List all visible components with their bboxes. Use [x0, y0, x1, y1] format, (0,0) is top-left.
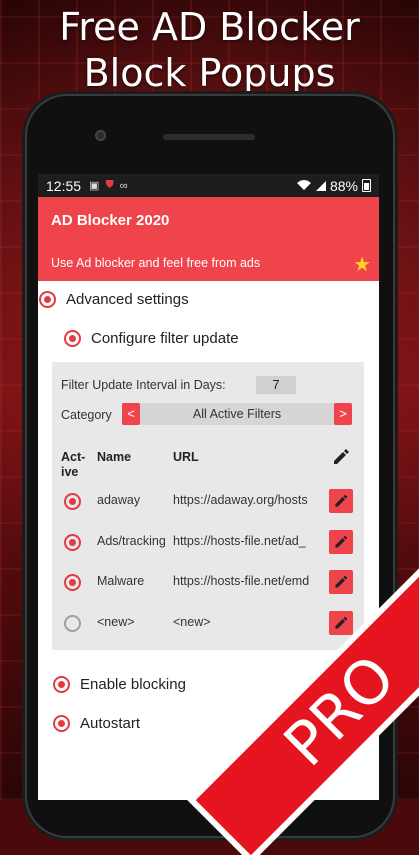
table-row: <new> <new>: [52, 611, 364, 637]
wifi-icon: [296, 178, 312, 194]
advanced-settings-radio[interactable]: [39, 291, 56, 308]
category-selector: < All Active Filters >: [122, 403, 352, 425]
row-name: adaway: [97, 493, 141, 507]
column-active-line2: ive: [61, 465, 79, 479]
row-active-radio[interactable]: [64, 615, 81, 632]
row-edit-button[interactable]: [329, 570, 353, 594]
configure-filter-update-radio[interactable]: [64, 330, 81, 347]
row-url: <new>: [173, 615, 211, 629]
phone-speaker: [163, 134, 255, 140]
column-name: Name: [97, 450, 132, 464]
column-active: Act- ive: [61, 450, 85, 480]
pencil-icon: [335, 494, 348, 507]
promo-headline: Free AD Blocker Block Popups: [0, 4, 419, 96]
glasses-icon: ∞: [119, 179, 128, 192]
status-bar: 12:55 ▣ ⛊ ∞ 88%: [38, 174, 379, 197]
advanced-settings-label: Advanced settings: [66, 291, 189, 308]
row-name: Malware: [97, 574, 145, 588]
pencil-icon: [335, 575, 348, 588]
interval-label: Filter Update Interval in Days:: [61, 378, 226, 392]
headline-line-2: Block Popups: [83, 51, 336, 95]
row-active-radio[interactable]: [64, 493, 81, 510]
table-row: adaway https://adaway.org/hosts: [52, 489, 364, 515]
advanced-settings-option[interactable]: Advanced settings: [39, 291, 189, 308]
row-url: https://hosts-file.net/emd: [173, 574, 310, 588]
autostart-radio[interactable]: [53, 715, 70, 732]
enable-blocking-radio[interactable]: [53, 676, 70, 693]
filter-panel: Filter Update Interval in Days: 7 Catego…: [52, 362, 364, 650]
autostart-label: Autostart: [80, 715, 141, 732]
status-time: 12:55: [46, 177, 82, 194]
app-bar: AD Blocker 2020 Use Ad blocker and feel …: [38, 197, 379, 281]
column-url: URL: [173, 450, 199, 464]
row-name: <new>: [97, 615, 135, 629]
configure-filter-update-label: Configure filter update: [91, 330, 239, 347]
row-edit-button[interactable]: [329, 489, 353, 513]
enable-blocking-label: Enable blocking: [80, 676, 186, 693]
row-edit-button[interactable]: [329, 611, 353, 635]
category-value: All Active Filters: [192, 407, 282, 421]
configure-filter-update-option[interactable]: Configure filter update: [64, 330, 239, 347]
app-subtitle: Use Ad blocker and feel free from ads: [51, 256, 261, 270]
row-url: https://hosts-file.net/ad_: [173, 534, 306, 548]
pencil-icon: [335, 535, 348, 548]
row-edit-button[interactable]: [329, 530, 353, 554]
app-title: AD Blocker 2020: [51, 212, 170, 229]
battery-percent: 88%: [329, 177, 358, 194]
front-camera: [95, 130, 106, 141]
category-prev-button[interactable]: <: [122, 403, 140, 425]
row-url: https://adaway.org/hosts: [173, 493, 308, 507]
shield-icon: ⛊: [105, 179, 114, 191]
edit-header-icon[interactable]: [331, 447, 351, 467]
battery-icon: [362, 179, 371, 192]
autostart-option[interactable]: Autostart: [53, 715, 140, 732]
headline-line-1: Free AD Blocker: [59, 5, 360, 49]
star-icon[interactable]: ★: [353, 252, 371, 277]
signal-icon: [315, 178, 326, 194]
row-name: Ads/tracking: [97, 534, 166, 548]
enable-blocking-option[interactable]: Enable blocking: [53, 676, 186, 693]
row-active-radio[interactable]: [64, 534, 81, 551]
category-next-button[interactable]: >: [334, 403, 352, 425]
row-active-radio[interactable]: [64, 574, 81, 591]
table-row: Malware https://hosts-file.net/emd: [52, 570, 364, 596]
column-active-line1: Act-: [61, 450, 86, 464]
interval-input[interactable]: 7: [256, 376, 296, 394]
image-icon: ▣: [89, 180, 100, 192]
category-label: Category: [61, 408, 112, 422]
table-row: Ads/tracking https://hosts-file.net/ad_: [52, 530, 364, 556]
pencil-icon: [335, 616, 348, 629]
